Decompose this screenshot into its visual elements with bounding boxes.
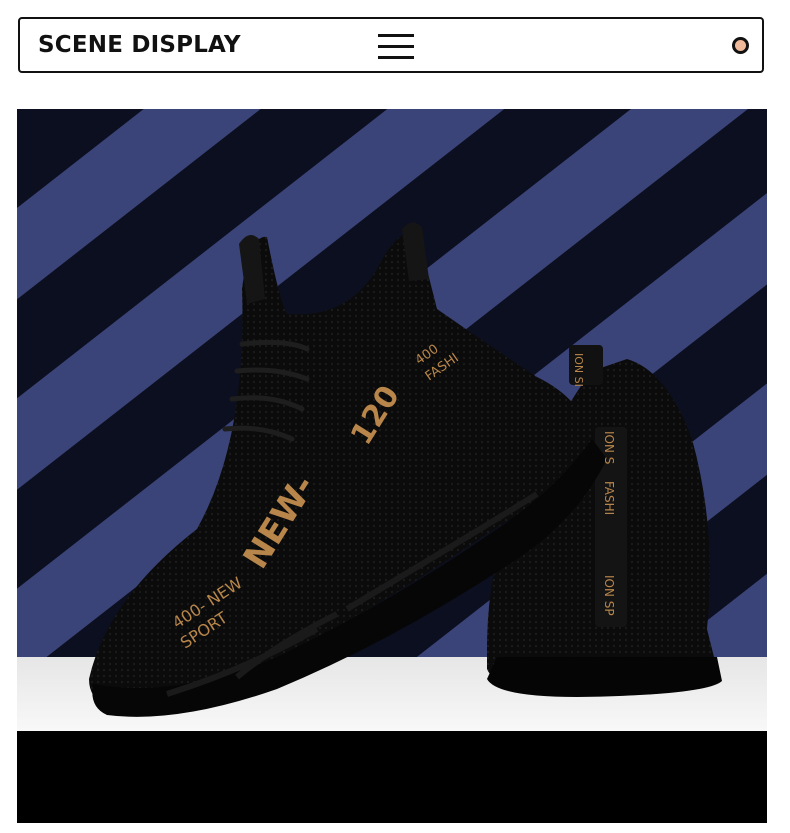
bottom-black-band [17,731,767,823]
menu-line [378,34,414,37]
menu-line [378,56,414,59]
shoe-print-text: FASHI [602,481,616,515]
hamburger-menu-icon[interactable] [378,32,414,60]
page-header: SCENE DISPLAY [18,17,764,73]
shoe-print-text: ION SP [602,575,616,616]
menu-line [378,45,414,48]
shoe-print-text: ION S [602,431,616,464]
circle-dot-icon[interactable] [732,37,749,54]
page-title: SCENE DISPLAY [38,32,241,58]
product-photo: NEW- 120 400- NEW SPORT 400 FASHI ION SI… [17,109,767,731]
shoe-print-text: ION SI [572,353,585,387]
shoe-scene-illustration: NEW- 120 400- NEW SPORT 400 FASHI ION SI… [17,109,767,731]
